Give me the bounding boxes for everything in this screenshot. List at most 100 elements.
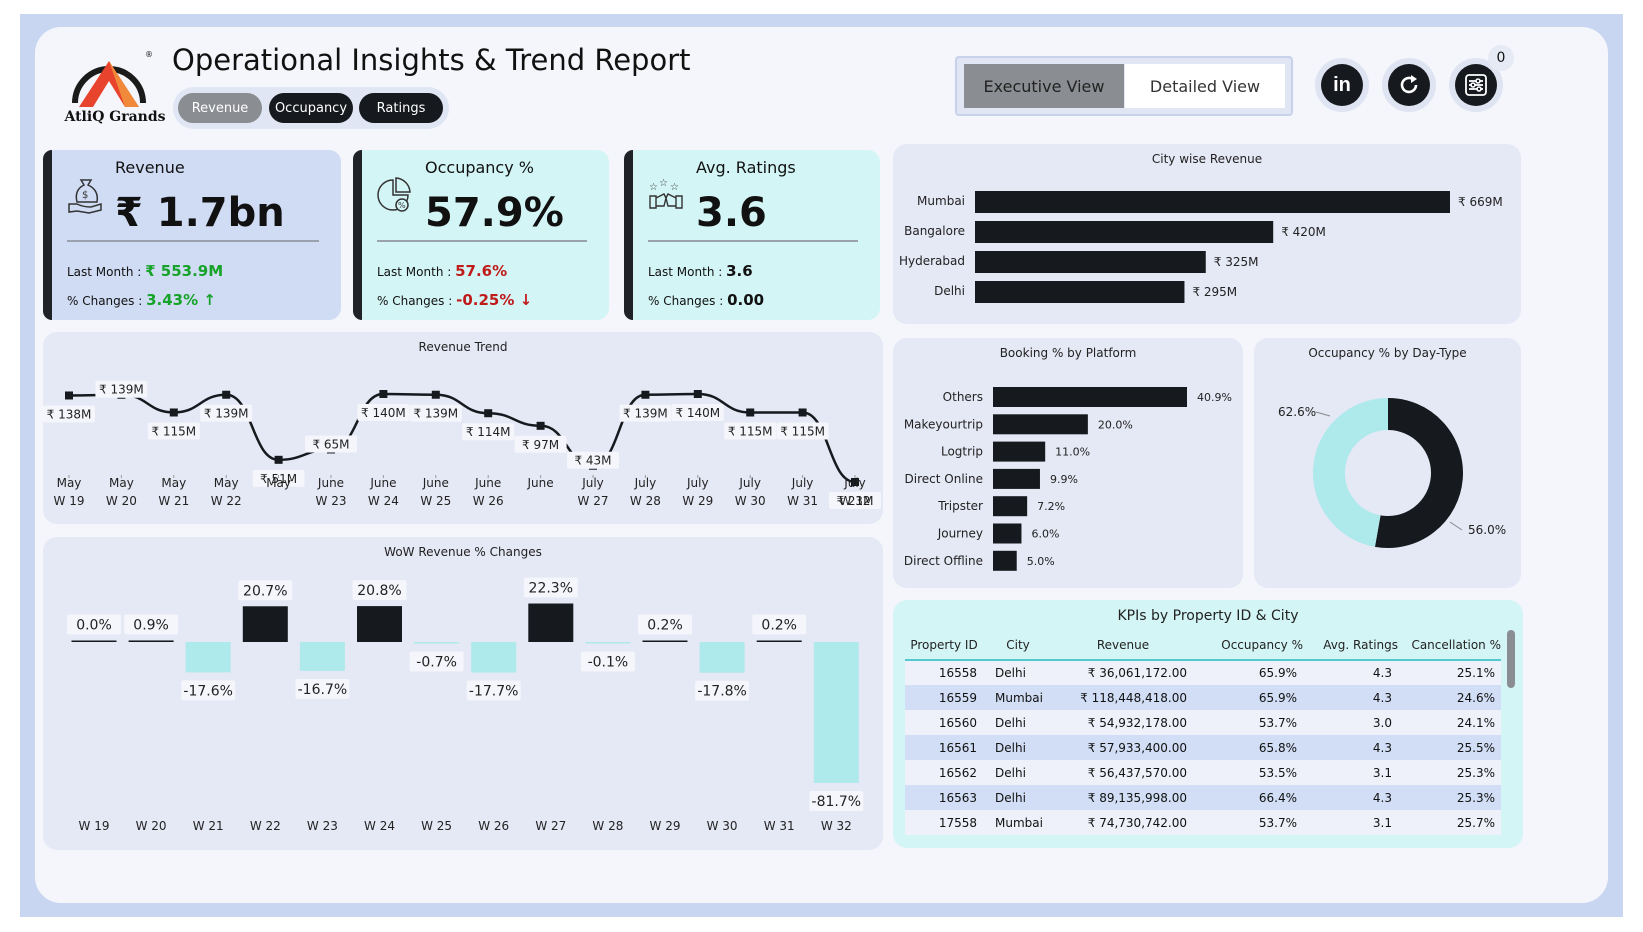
wow-bar: [242, 606, 288, 642]
kpi-change: % Changes : -0.25% ↓: [377, 291, 533, 309]
wow-data-label: -17.8%: [695, 680, 750, 701]
table-cell: Delhi: [995, 790, 1026, 805]
wow-label-text: -0.1%: [588, 655, 629, 671]
trend-data-label: ₹ 139M: [200, 404, 253, 422]
wow-bar: [756, 640, 802, 642]
wow-label-text: -17.7%: [469, 684, 519, 700]
wow-label-text: -17.6%: [183, 683, 233, 699]
table-cell: 16561: [938, 740, 977, 755]
detailed-view-button[interactable]: Detailed View: [1125, 64, 1285, 108]
svg-text:%: %: [398, 201, 406, 210]
table-cell: Delhi: [995, 715, 1026, 730]
table-cell: 65.9%: [1258, 666, 1297, 680]
table-cell: 25.1%: [1456, 666, 1495, 680]
platform-bar: [993, 441, 1046, 462]
trend-data-label: ₹ 140M: [357, 404, 410, 421]
trend-label-text: ₹ 115M: [728, 424, 773, 438]
wow-label-text: 0.9%: [133, 617, 169, 633]
booking-platform-card: Booking % by Platform Others 40.9% Makeyou…: [893, 338, 1243, 588]
table-cell: 4.3: [1372, 666, 1392, 680]
table-cell: Delhi: [995, 740, 1026, 755]
wow-label-text: -81.7%: [812, 794, 862, 810]
table-header-cell[interactable]: Property ID: [905, 630, 983, 661]
platform-value-label: 20.0%: [1098, 418, 1133, 431]
donut-label: 56.0%: [1468, 523, 1506, 537]
wow-data-label: -17.7%: [466, 680, 521, 701]
trend-point: [65, 391, 73, 400]
wow-x-label: W 26: [478, 819, 509, 833]
table-row[interactable]: 16563 Delhi ₹ 89,135,998.00 66.4% 4.3 25.3%: [905, 785, 1501, 810]
wow-x-label: W 23: [307, 819, 338, 833]
table-row[interactable]: 16560 Delhi ₹ 54,932,178.00 53.7% 3.0 24.1%: [905, 710, 1501, 735]
table-cell: 4.3: [1372, 790, 1392, 805]
x-tick-week: W 31: [787, 494, 818, 508]
view-switch: Executive View Detailed View: [955, 56, 1293, 116]
donut-leader: [1449, 521, 1463, 531]
x-tick-month: May: [57, 476, 82, 490]
city-label: Mumbai: [917, 194, 965, 208]
booking-platform-chart: Others 40.9% Makeyourtrip 20.0% Logtrip 11.0%…: [904, 387, 1232, 571]
atliq-logo: ® AtliQ Grands: [59, 45, 169, 135]
trend-point: [484, 409, 493, 418]
x-tick-week: W 20: [106, 494, 137, 508]
x-tick-month: June: [317, 476, 344, 490]
refresh-button[interactable]: [1382, 58, 1436, 112]
linkedin-button[interactable]: in: [1315, 58, 1369, 112]
x-tick-month: May: [266, 476, 291, 490]
kpi-label: Occupancy %: [425, 158, 534, 177]
table-header-cell[interactable]: Revenue: [1053, 630, 1193, 661]
table-row[interactable]: 16558 Delhi ₹ 36,061,172.00 65.9% 4.3 25.1%: [905, 660, 1501, 685]
kpi-label: Revenue: [115, 158, 185, 177]
platform-bar: [993, 468, 1040, 489]
trend-data-label: ₹ 115M: [724, 422, 777, 440]
city-bar: [975, 251, 1206, 273]
table-scrollbar[interactable]: [1507, 630, 1515, 688]
kpi-accent-bar: [624, 150, 633, 320]
donut-label: 62.6%: [1278, 405, 1316, 419]
x-tick-month: July: [738, 476, 761, 490]
table-header-cell[interactable]: Avg. Ratings: [1303, 630, 1398, 661]
pill-revenue[interactable]: Revenue: [178, 93, 262, 123]
table-title: KPIs by Property ID & City: [1117, 608, 1299, 624]
trend-data-label: ₹ 139M: [409, 404, 462, 422]
table-cell: 4.3: [1372, 740, 1392, 755]
kpi-last-month: Last Month : 57.6%: [377, 262, 508, 280]
occupancy-daytype-donut: 62.6% 56.0%: [1278, 398, 1506, 548]
x-tick-week: W 27: [578, 494, 609, 508]
wow-bar: [699, 642, 745, 673]
trend-data-label: ₹ 139M: [95, 380, 148, 398]
pill-occupancy[interactable]: Occupancy: [269, 93, 353, 123]
platform-label: Journey: [937, 527, 983, 541]
table-header-cell[interactable]: Occupancy %: [1193, 630, 1303, 661]
wow-x-label: W 28: [592, 819, 623, 833]
revenue-trend-card: Revenue Trend ₹ 138M ₹ 139M ₹ 115M ₹ 139M ₹ …: [43, 332, 883, 524]
linkedin-icon: in: [1333, 73, 1351, 96]
kpi-card-ratings: ☆ ☆ ☆ Avg. Ratings 3.6 Last Month : 3.6 …: [624, 150, 880, 320]
wow-data-label: -0.1%: [580, 651, 635, 672]
table-row[interactable]: 17558 Mumbai ₹ 74,730,742.00 53.7% 3.1 25.7%: [905, 810, 1501, 835]
table-cell: Delhi: [995, 666, 1026, 680]
trend-point: [169, 408, 178, 417]
trend-label-text: ₹ 43M: [574, 454, 611, 468]
table-header-cell[interactable]: City: [983, 630, 1053, 661]
table-row[interactable]: 16559 Mumbai ₹ 118,448,418.00 65.9% 4.3 24.6%: [905, 685, 1501, 710]
trend-label-text: ₹ 138M: [47, 407, 92, 421]
wow-label-text: -16.7%: [298, 682, 348, 698]
revenue-trend-chart: ₹ 138M₹ 139M₹ 115M₹ 139M₹ 51M₹ 65M₹ 140M…: [43, 380, 881, 509]
trend-data-label: ₹ 114M: [462, 423, 515, 441]
table-cell: 25.7%: [1456, 815, 1495, 830]
table-header-cell[interactable]: Cancellation %: [1398, 630, 1501, 661]
trend-label-text: ₹ 139M: [413, 407, 458, 421]
executive-view-button[interactable]: Executive View: [964, 64, 1124, 108]
pill-ratings[interactable]: Ratings: [359, 93, 443, 123]
wow-bar: [528, 603, 574, 642]
table-row[interactable]: 16561 Delhi ₹ 57,933,400.00 65.8% 4.3 25.5%: [905, 735, 1501, 760]
kpi-accent-bar: [43, 150, 52, 320]
x-tick-month: June: [422, 476, 449, 490]
table-cell: ₹ 54,932,178.00: [1087, 715, 1187, 730]
x-tick-week: W 30: [735, 494, 766, 508]
table-cell: ₹ 118,448,418.00: [1080, 690, 1187, 705]
table-row[interactable]: 16562 Delhi ₹ 56,437,570.00 53.5% 3.1 25.3%: [905, 760, 1501, 785]
wow-x-label: W 21: [193, 819, 224, 833]
wow-x-label: W 31: [764, 819, 795, 833]
